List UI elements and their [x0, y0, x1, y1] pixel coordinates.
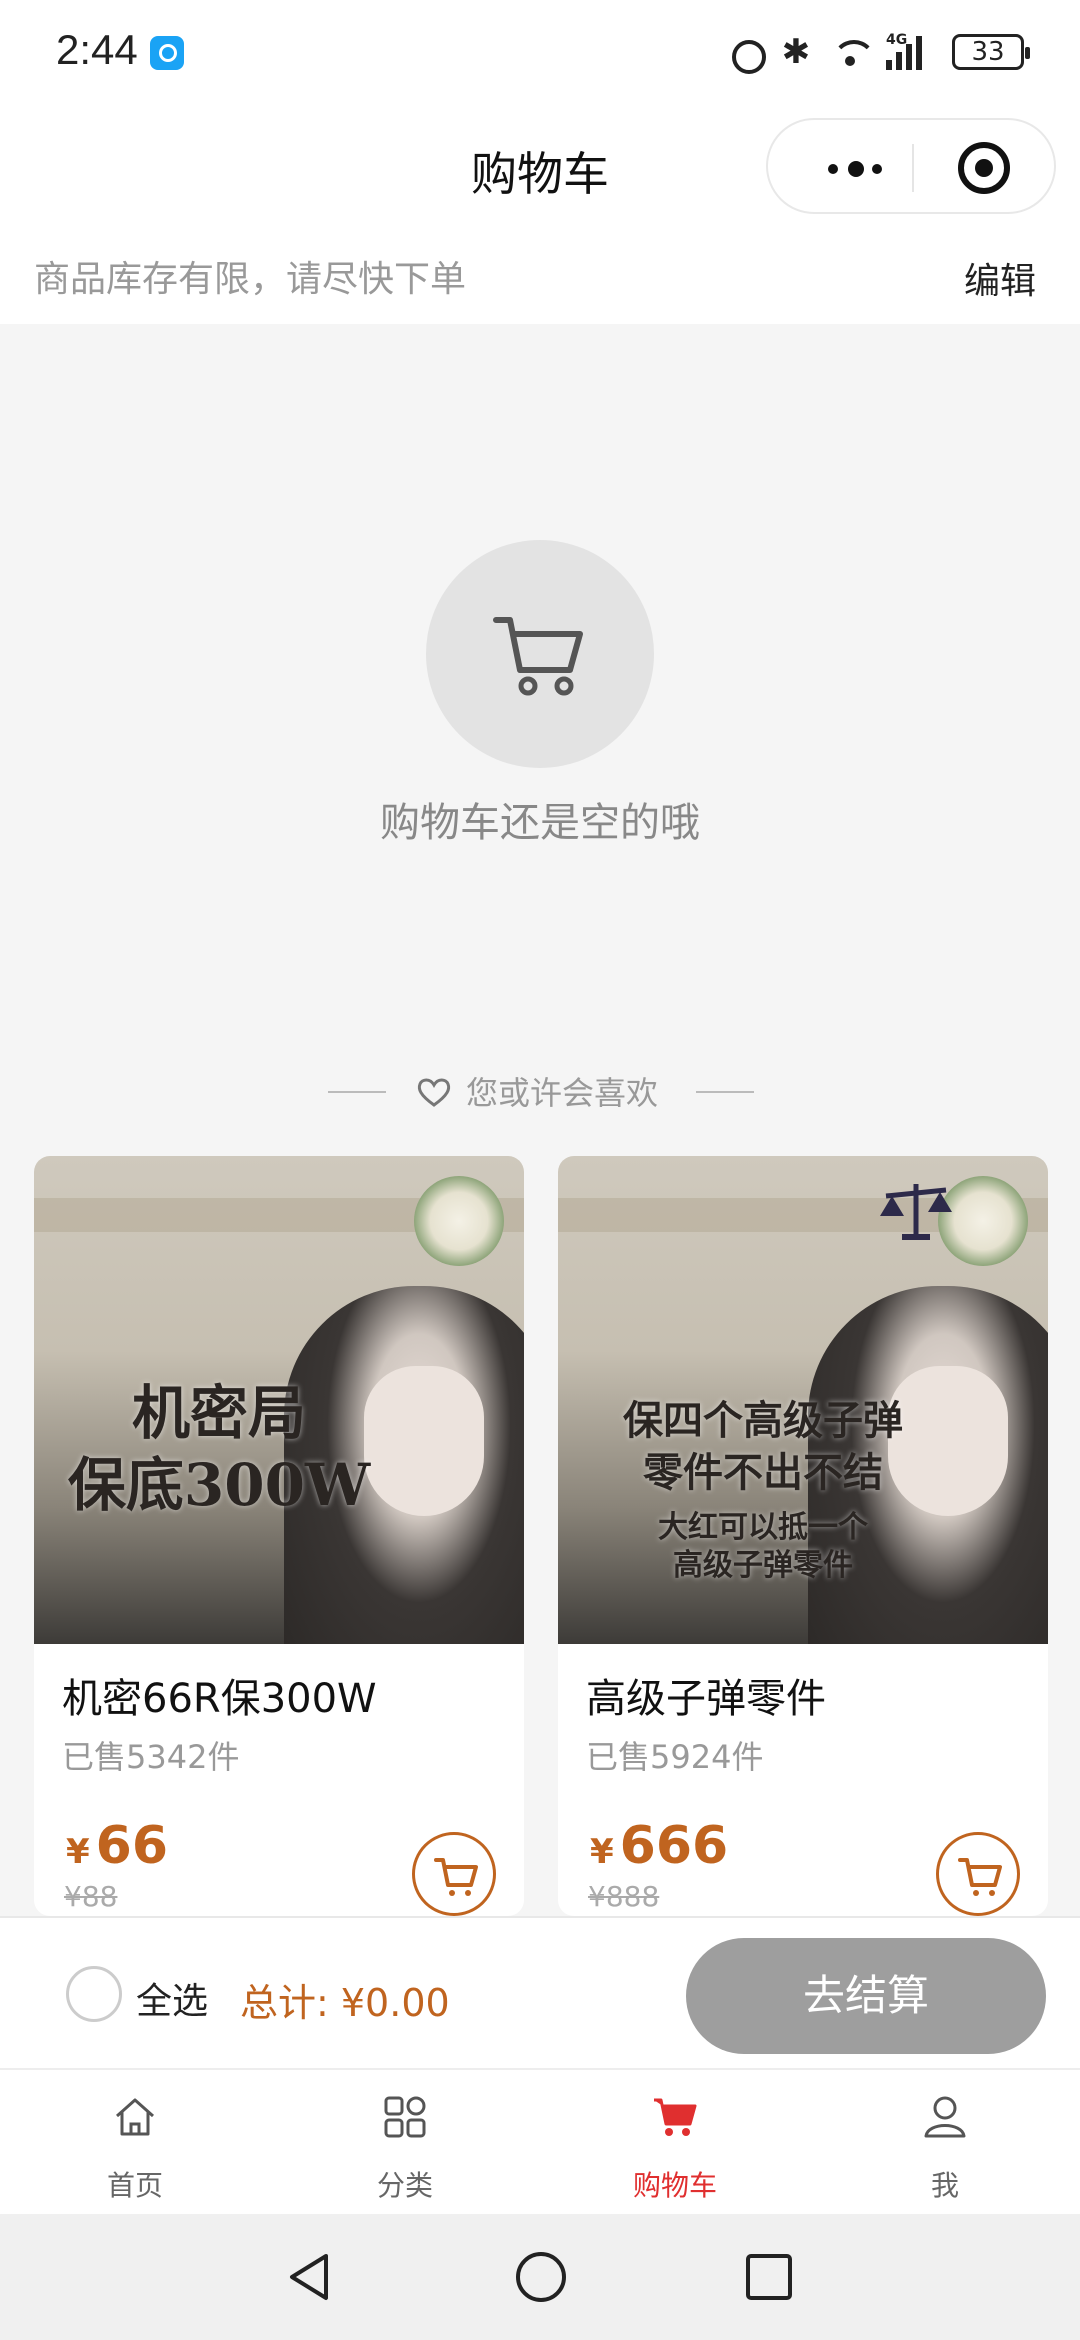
- product-name: 机密66R保300W: [62, 1676, 377, 1722]
- battery-icon: 33: [952, 34, 1030, 70]
- capsule-divider: [912, 144, 914, 192]
- user-icon: [924, 2096, 966, 2138]
- select-all-checkbox[interactable]: [66, 1966, 122, 2022]
- image-caption: 保底300W: [67, 1451, 371, 1519]
- cart-icon: [493, 617, 583, 696]
- more-menu-icon[interactable]: [808, 148, 918, 188]
- wifi-icon: [828, 34, 876, 70]
- divider-line: [696, 1091, 754, 1093]
- heart-icon: [417, 1078, 451, 1107]
- image-caption: 保四个高级子弹: [623, 1397, 903, 1444]
- status-time: 2:44: [56, 26, 138, 73]
- tab-category-label: 分类: [376, 2169, 433, 2202]
- add-to-cart-button[interactable]: [412, 1832, 496, 1916]
- system-nav-bar: [0, 2214, 1080, 2340]
- product-price: ¥666: [590, 1816, 729, 1876]
- add-to-cart-button[interactable]: [936, 1832, 1020, 1916]
- product-price: ¥66: [66, 1816, 169, 1876]
- empty-cart-text: 购物车还是空的哦: [380, 800, 700, 846]
- nav-bar: 购物车: [0, 104, 1080, 230]
- close-miniprogram-icon[interactable]: [958, 142, 1010, 194]
- product-image: 保四个高级子弹 零件不出不结 大红可以抵一个 高级子弹零件: [558, 1156, 1048, 1644]
- add-cart-icon: [434, 1858, 478, 1896]
- tab-home[interactable]: 首页: [0, 2070, 270, 2216]
- product-sold-count: 已售5342件: [62, 1738, 240, 1776]
- tab-category[interactable]: 分类: [270, 2070, 540, 2216]
- alarm-icon: [728, 34, 766, 74]
- tab-profile-label: 我: [930, 2169, 959, 2202]
- tab-bar: 首页 分类 购物车 我: [0, 2068, 1080, 2214]
- stock-tip-bar: 商品库存有限，请尽快下单 编辑: [0, 230, 1080, 324]
- bluetooth-icon: ✱: [781, 32, 811, 72]
- signal-icon: 4G: [886, 32, 938, 70]
- image-caption: 高级子弹零件: [673, 1548, 853, 1583]
- select-all-label[interactable]: 全选: [136, 1972, 208, 2024]
- recommend-title: 您或许会喜欢: [466, 1074, 659, 1112]
- product-sold-count: 已售5924件: [586, 1738, 764, 1776]
- image-caption: 零件不出不结: [643, 1449, 883, 1496]
- tab-home-label: 首页: [106, 2169, 163, 2202]
- recents-icon[interactable]: [744, 2250, 794, 2304]
- scale-logo-icon: [880, 1184, 952, 1240]
- product-card[interactable]: 机密局 保底300W 机密66R保300W 已售5342件 ¥66 ¥88: [34, 1156, 524, 1916]
- tab-cart[interactable]: 购物车: [540, 2070, 810, 2216]
- tab-cart-label: 购物车: [632, 2169, 717, 2202]
- category-icon: [384, 2096, 426, 2138]
- app-notification-icon: [150, 36, 184, 70]
- empty-cart-illustration: [426, 540, 654, 768]
- product-card[interactable]: 保四个高级子弹 零件不出不结 大红可以抵一个 高级子弹零件 高级子弹零件 已售5…: [558, 1156, 1048, 1916]
- back-icon[interactable]: [284, 2250, 334, 2304]
- divider-line: [328, 1091, 386, 1093]
- status-bar: 2:44 ✱ 4G 33: [0, 0, 1080, 104]
- add-cart-icon: [958, 1858, 1002, 1896]
- product-image: 机密局 保底300W: [34, 1156, 524, 1644]
- checkout-button[interactable]: 去结算: [686, 1938, 1046, 2054]
- miniprogram-capsule: [766, 118, 1056, 214]
- home-nav-icon[interactable]: [514, 2250, 568, 2304]
- product-name: 高级子弹零件: [586, 1676, 826, 1722]
- checkout-bar: 全选 总计: ¥0.00 去结算: [0, 1916, 1080, 2068]
- product-original-price: ¥88: [64, 1880, 118, 1913]
- edit-button[interactable]: 编辑: [964, 252, 1036, 304]
- cart-icon: [654, 2098, 697, 2136]
- stock-tip-text: 商品库存有限，请尽快下单: [34, 259, 467, 300]
- total-price: 总计: ¥0.00: [240, 1981, 450, 2025]
- home-icon: [116, 2098, 154, 2136]
- product-original-price: ¥888: [588, 1880, 660, 1913]
- tab-profile[interactable]: 我: [810, 2070, 1080, 2216]
- recommend-header: 您或许会喜欢: [0, 1068, 1080, 1114]
